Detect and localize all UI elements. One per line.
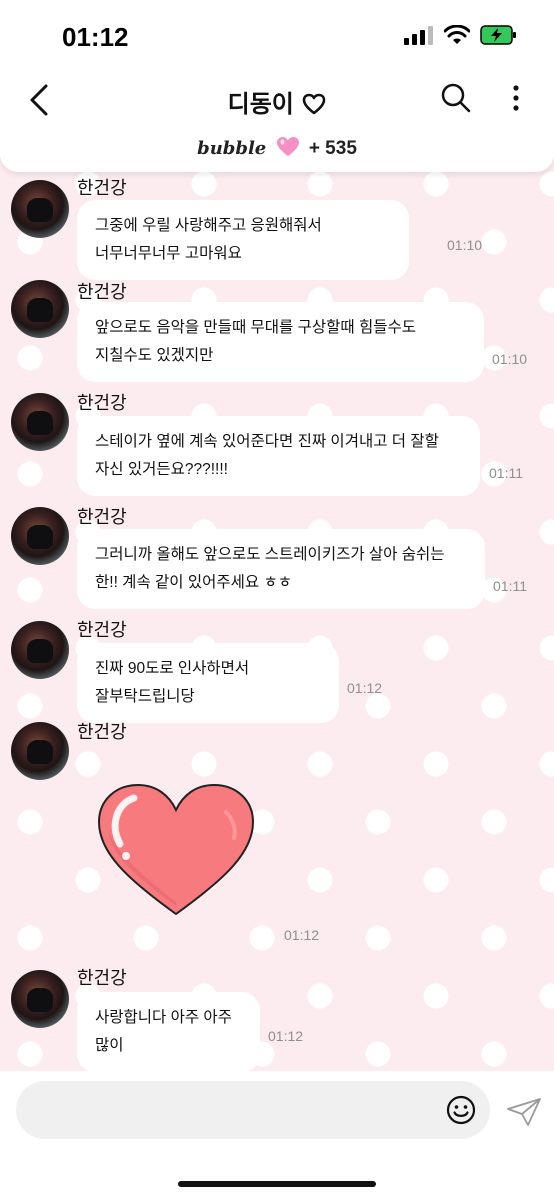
message-bubble: 앞으로도 음악을 만들때 무대를 구상할때 힘들수도 지칠수도 있겠지만 [77,302,484,382]
message-time: 01:11 [489,465,523,481]
message-time: 01:10 [447,237,483,253]
message-time: 01:12 [284,927,320,943]
chat-title: 디동이 [227,91,294,118]
subscriber-count: + 535 [308,138,357,159]
bubble-logo: bubble [197,138,267,159]
battery-charging-icon [480,25,516,45]
home-indicator [178,1181,376,1187]
message-input[interactable] [16,1081,490,1139]
message-time: 01:10 [492,351,528,367]
message-time: 01:11 [493,578,527,594]
status-time: 01:12 [62,22,129,52]
sender-name: 한건강 [77,282,127,302]
input-bar [0,1071,554,1199]
message-bubble: 진짜 90도로 인사하면서 잘부탁드립니당 [77,643,339,723]
wifi-icon [444,25,470,44]
chat-header: 디동이 bubble + 535 [0,70,554,172]
sender-name: 한건강 [77,722,127,742]
bubble-subscriber-row: bubble + 535 [0,136,554,160]
emoji-icon[interactable] [446,1095,476,1125]
avatar[interactable] [11,507,69,565]
status-icons [404,24,518,46]
avatar[interactable] [11,970,69,1028]
message-time: 01:12 [347,680,383,696]
heart-outline-icon [303,93,326,115]
avatar[interactable] [11,393,69,451]
avatar[interactable] [11,180,69,238]
status-bar: 01:12 [0,0,554,70]
avatar[interactable] [11,722,69,780]
sender-name: 한건강 [77,507,127,527]
heart-sticker [97,783,255,916]
avatar[interactable] [11,280,69,338]
signal-icon [404,26,433,45]
sender-name: 한건강 [77,620,127,640]
message-time: 01:12 [268,1028,304,1044]
message-bubble: 사랑합니다 아주 아주 많이 [77,992,260,1072]
sender-name: 한건강 [77,968,127,988]
sender-name: 한건강 [77,393,127,413]
more-vertical-icon[interactable] [512,84,520,112]
pink-heart-icon [276,137,299,156]
send-icon[interactable] [506,1097,542,1127]
message-bubble: 스테이가 옆에 계속 있어준다면 진짜 이겨내고 더 잘할 자신 있거든요???… [77,416,480,496]
avatar[interactable] [11,621,69,679]
message-bubble: 그러니까 올해도 앞으로도 스트레이키즈가 살아 숨쉬는 한!! 계속 같이 있… [77,529,485,609]
message-bubble: 그중에 우릴 사랑해주고 응원해줘서 너무너무너무 고마워요 [77,200,409,280]
search-icon[interactable] [440,82,472,114]
sender-name: 한건강 [77,178,127,198]
